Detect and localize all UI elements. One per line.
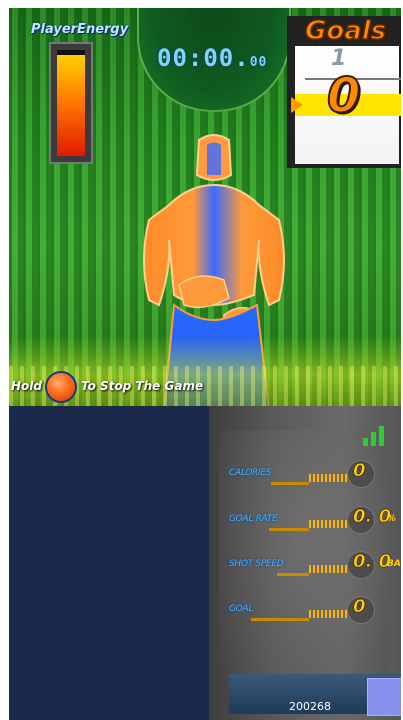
timer-fraction: 00 xyxy=(249,55,268,70)
game-timer: 00:00.00 xyxy=(157,44,267,74)
stat-label: GOAL xyxy=(229,604,254,614)
stat-ramp xyxy=(309,520,349,528)
signal-strength-icon xyxy=(363,424,391,446)
footer-square-button[interactable] xyxy=(367,678,401,716)
player-energy-label: PlayerEnergy xyxy=(31,22,129,37)
goals-pointer-icon xyxy=(291,97,303,113)
footer-code: 200268 xyxy=(289,700,331,713)
player-energy-fill xyxy=(57,55,85,156)
game-screen: 00:00.00 PlayerEnergy Goals 1 0 Hold To … xyxy=(9,8,401,720)
goals-title: Goals xyxy=(304,15,387,47)
stat-row: CALORIES 0 xyxy=(229,460,399,490)
stat-unit: % xyxy=(387,514,397,524)
stat-value: 0 xyxy=(353,460,366,482)
stat-value: 0. 0 xyxy=(353,551,392,573)
stat-underline xyxy=(269,528,309,531)
stop-game-hint: Hold To Stop The Game xyxy=(9,370,401,404)
stat-ramp xyxy=(309,610,349,618)
stat-ramp xyxy=(309,474,349,482)
stats-panel: CALORIES0GOAL RATE0. 0%SHOT SPEED0. 0BAL… xyxy=(209,406,401,720)
stat-row: GOAL RATE 0. 0% xyxy=(229,506,399,536)
stat-underline xyxy=(251,618,309,621)
blank-panel xyxy=(9,406,209,720)
stat-underline xyxy=(277,573,309,576)
stat-underline xyxy=(271,482,309,485)
stat-label: GOAL RATE xyxy=(229,514,278,524)
stat-row: GOAL 0 xyxy=(229,596,399,626)
stat-label: SHOT SPEED xyxy=(229,559,284,569)
player-energy-bar xyxy=(57,50,85,156)
goals-current-number: 0 xyxy=(326,67,361,125)
stat-value: 0. 0 xyxy=(353,506,392,528)
hint-prefix: Hold xyxy=(11,379,42,393)
stat-value: 0 xyxy=(353,596,366,618)
stop-ball-button[interactable] xyxy=(45,371,77,403)
hint-suffix: To Stop The Game xyxy=(81,379,204,393)
timer-main: 00:00. xyxy=(157,44,250,72)
stat-label: CALORIES xyxy=(229,468,272,478)
game-view: 00:00.00 PlayerEnergy Goals 1 0 Hold To … xyxy=(9,8,401,406)
stat-ramp xyxy=(309,565,349,573)
stat-row: SHOT SPEED 0. 0BALL/S xyxy=(229,551,401,581)
stat-unit: BALL/S xyxy=(387,559,401,569)
